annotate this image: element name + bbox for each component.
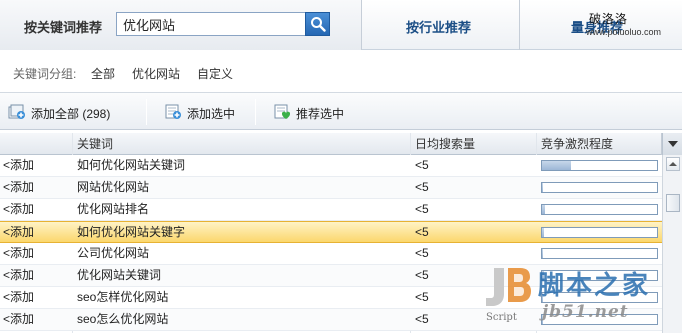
scroll-up-button[interactable] [666,157,680,171]
search-input[interactable] [117,13,329,35]
search-button[interactable] [305,12,330,36]
daily-search-cell: <5 [415,158,429,172]
competition-bar [541,248,658,259]
keyword-cell: 公司优化网站 [77,246,150,260]
keyword-cell: seo怎样优化网站 [77,290,169,304]
group-optimize-site[interactable]: 优化网站 [132,65,180,82]
competition-cell [541,199,660,220]
competition-cell [541,243,660,264]
watermark-top: 破洛洛 www.poluoluo.com [586,10,682,37]
column-menu-button[interactable] [662,133,682,155]
competition-bar [541,292,658,303]
table-row[interactable]: <添加 公司优化网站 <5 [0,243,662,265]
competition-bar-fill [542,249,544,258]
tab-industry-recommend[interactable]: 按行业推荐 [362,0,520,50]
competition-bar-fill [542,315,544,324]
competition-cell [541,309,660,330]
add-all-icon [8,104,25,119]
competition-bar [541,160,658,171]
tab-strip: 按关键词推荐 按行业推荐 量身推荐 [0,0,682,50]
competition-bar-fill [542,228,545,237]
daily-search-cell: <5 [415,246,429,260]
header-daily-search[interactable]: 日均搜索量 [411,133,537,155]
competition-bar [541,270,658,281]
add-keyword-link[interactable]: <添加 [3,199,69,220]
add-keyword-link[interactable]: <添加 [3,177,69,198]
watermark-top-title: 破洛洛 [589,12,629,26]
recommend-selected-label: 推荐选中 [296,107,345,121]
competition-cell [541,177,660,198]
add-keyword-link[interactable]: <添加 [3,265,69,286]
add-keyword-link[interactable]: <添加 [3,222,69,243]
search-icon [311,17,326,32]
add-selected-label: 添加选中 [187,107,236,121]
toolbar-divider [255,99,256,125]
competition-cell [541,155,660,176]
keyword-cell: seo怎么优化网站 [77,312,169,326]
daily-search-cell: <5 [415,312,429,326]
competition-bar [541,204,658,215]
keyword-cell: 网站优化网站 [77,180,150,194]
table-body: <添加 如何优化网站关键词 <5 <添加 网站优化网站 <5 <添加 优化网站排名 <5 <添加如… [0,155,662,331]
group-custom[interactable]: 自定义 [197,65,233,82]
keyword-table: 关键词 日均搜索量 竞争激烈程度 <添加 如何优化网站关键词 <5 <添加 网站优化网站… [0,133,662,333]
table-header: 关键词 日均搜索量 竞争激烈程度 [0,133,662,155]
competition-cell [541,287,660,308]
scroll-thumb[interactable] [666,194,680,212]
competition-bar-fill [542,161,571,170]
header-keyword[interactable]: 关键词 [73,133,411,155]
chevron-down-icon [668,141,678,147]
add-keyword-link[interactable]: <添加 [3,309,69,330]
competition-cell [541,265,660,286]
action-toolbar: 添加全部 (298) 添加选中 推荐选中 [0,92,682,130]
add-selected-icon [165,104,181,119]
vertical-scrollbar[interactable] [662,155,682,333]
header-action [0,133,73,155]
table-row[interactable]: <添加 优化网站关键词 <5 [0,265,662,287]
watermark-top-url: www.poluoluo.com [586,27,662,37]
add-keyword-link[interactable]: <添加 [3,155,69,176]
competition-bar-fill [542,205,546,214]
keyword-cell: 如何优化网站关键字 [77,225,186,239]
competition-cell [541,222,660,243]
table-row[interactable]: <添加 seo怎么优化网站 <5 [0,309,662,331]
competition-bar-fill [542,293,544,302]
daily-search-cell: <5 [415,180,429,194]
daily-search-cell: <5 [415,290,429,304]
add-keyword-link[interactable]: <添加 [3,287,69,308]
competition-bar [541,227,658,238]
daily-search-cell: <5 [415,202,429,216]
competition-bar [541,314,658,325]
tab-keyword-label[interactable]: 按关键词推荐 [24,17,102,36]
keyword-cell: 如何优化网站关键词 [77,158,186,172]
daily-search-cell: <5 [415,268,429,282]
chevron-up-icon [669,162,677,166]
table-row[interactable]: <添加 优化网站排名 <5 [0,199,662,221]
competition-bar [541,182,658,193]
search-field[interactable] [116,12,330,36]
group-all[interactable]: 全部 [91,65,115,82]
daily-search-cell: <5 [415,225,429,239]
table-row[interactable]: <添加 网站优化网站 <5 [0,177,662,199]
group-filter-label: 关键词分组: [13,67,77,81]
tab-industry-label[interactable]: 按行业推荐 [406,17,471,36]
competition-bar-fill [542,183,544,192]
competition-bar-fill [542,271,545,280]
table-row[interactable]: <添加 如何优化网站关键词 <5 [0,155,662,177]
add-keyword-link[interactable]: <添加 [3,243,69,264]
keyword-group-filter: 关键词分组: 全部 优化网站 自定义 [0,50,682,90]
header-competition[interactable]: 竞争激烈程度 [537,133,662,155]
keyword-cell: 优化网站关键词 [77,268,162,282]
recommend-selected-icon [274,104,291,119]
table-row[interactable]: <添加 seo怎样优化网站 <5 [0,287,662,309]
add-all-label: 添加全部 (298) [31,107,111,121]
table-row[interactable]: <添加 如何优化网站关键字 <5 [0,221,662,243]
toolbar-divider [146,99,147,125]
keyword-cell: 优化网站排名 [77,202,150,216]
